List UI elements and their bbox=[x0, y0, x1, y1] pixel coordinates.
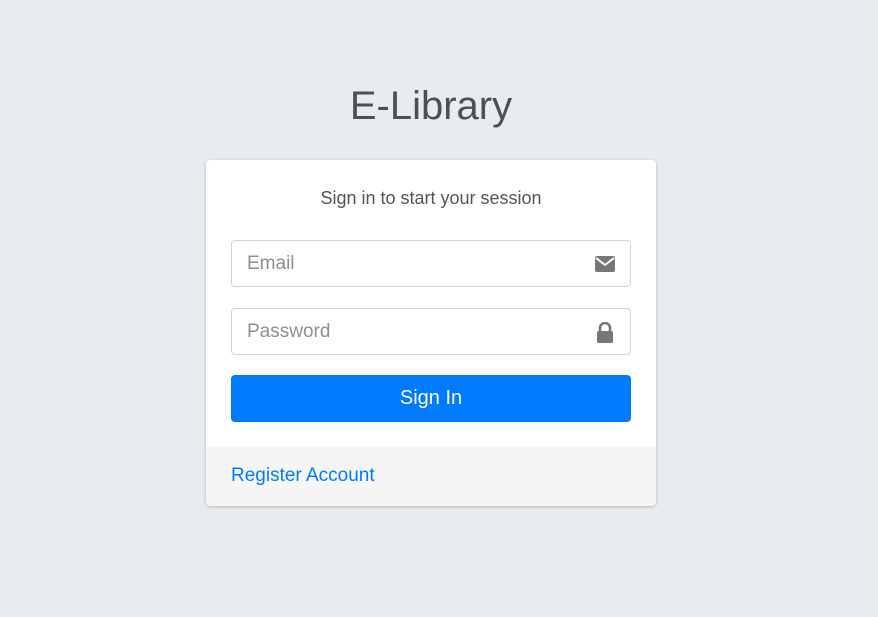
password-input-group bbox=[231, 308, 631, 355]
email-field[interactable] bbox=[232, 241, 572, 286]
envelope-icon bbox=[594, 253, 616, 275]
login-message: Sign in to start your session bbox=[320, 188, 542, 208]
card-footer: Register Account bbox=[206, 447, 656, 506]
logo-prefix: E- bbox=[349, 84, 390, 128]
lock-icon bbox=[594, 321, 616, 343]
app-logo: E-Library bbox=[0, 84, 862, 129]
login-card: Sign in to start your session Sign In Re… bbox=[206, 160, 656, 506]
email-input-group bbox=[231, 240, 631, 287]
password-field[interactable] bbox=[232, 309, 572, 354]
sign-in-button[interactable]: Sign In bbox=[231, 375, 631, 422]
logo-name: Library bbox=[389, 84, 513, 128]
register-account-link[interactable]: Register Account bbox=[231, 465, 375, 487]
